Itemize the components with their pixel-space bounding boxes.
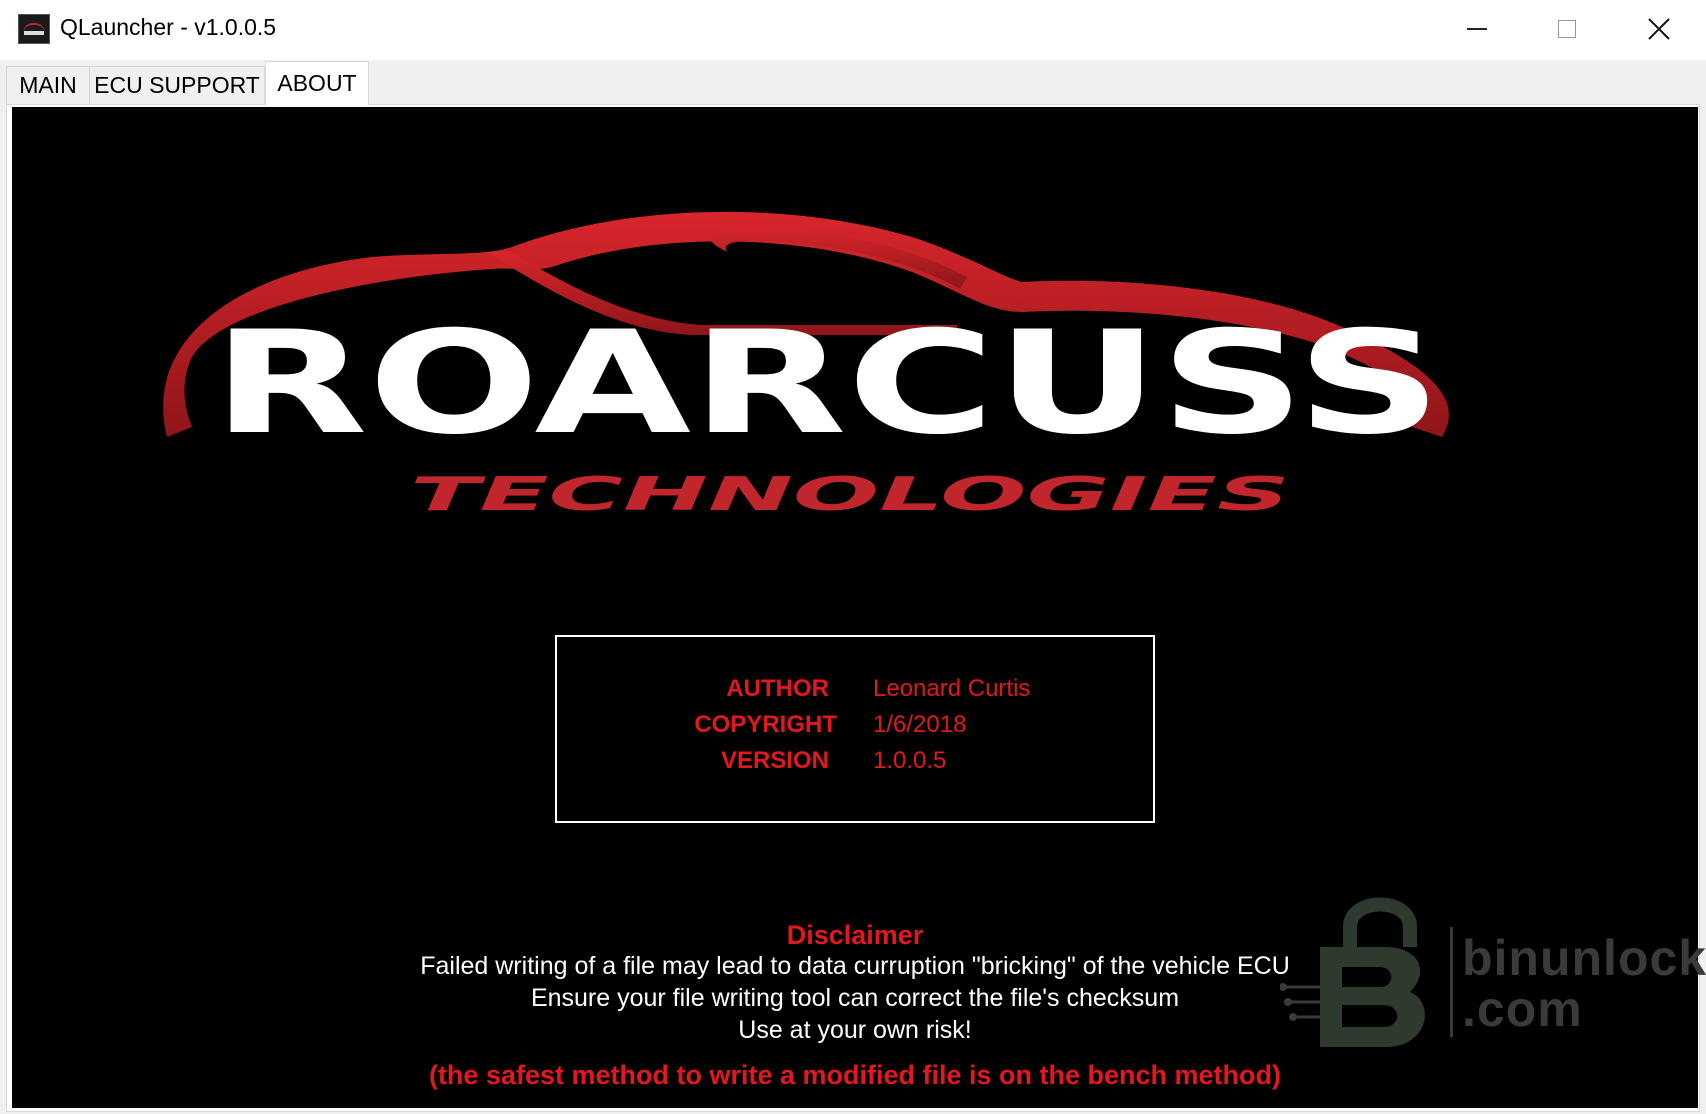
- info-row-author: AUTHOR Leonard Curtis: [557, 675, 1153, 711]
- disclaimer-line-3: Use at your own risk!: [738, 1016, 972, 1044]
- tab-ecu-support-label: ECU SUPPORT: [94, 72, 260, 98]
- maximize-icon: [1558, 20, 1576, 38]
- info-box: AUTHOR Leonard Curtis COPYRIGHT 1/6/2018…: [555, 635, 1155, 823]
- minimize-icon: [1467, 28, 1487, 30]
- tab-ecu-support[interactable]: ECU SUPPORT: [89, 66, 265, 104]
- tab-main[interactable]: MAIN: [6, 66, 90, 104]
- disclaimer-warning: (the safest method to write a modified f…: [428, 1060, 1282, 1090]
- version-value: 1.0.0.5: [873, 747, 947, 774]
- info-row-version: VERSION 1.0.0.5: [557, 747, 1153, 783]
- tab-main-label: MAIN: [19, 72, 77, 98]
- logo-brand-text: ROARCUSS: [212, 301, 1442, 466]
- author-label: AUTHOR: [726, 675, 829, 702]
- tab-about[interactable]: ABOUT: [265, 61, 369, 105]
- copyright-value: 1/6/2018: [873, 711, 967, 738]
- minimize-button[interactable]: [1432, 0, 1522, 58]
- disclaimer-line-1: Failed writing of a file may lead to dat…: [420, 952, 1290, 980]
- title-bar: QLauncher - v1.0.0.5: [0, 0, 1706, 60]
- app-icon: [18, 14, 50, 44]
- disclaimer-line-2: Ensure your file writing tool can correc…: [530, 984, 1180, 1012]
- window-title: QLauncher - v1.0.0.5: [60, 14, 277, 40]
- roarcuss-logo: ROARCUSS TECHNOLOGIES: [163, 211, 1449, 521]
- logo-subtitle-text: TECHNOLOGIES: [410, 467, 1290, 521]
- copyright-label: COPYRIGHT: [694, 711, 837, 738]
- info-row-copyright: COPYRIGHT 1/6/2018: [557, 711, 1153, 747]
- close-button[interactable]: [1614, 0, 1704, 58]
- version-label: VERSION: [720, 747, 829, 774]
- close-icon: [1648, 18, 1670, 40]
- maximize-button[interactable]: [1522, 0, 1612, 58]
- tab-about-label: ABOUT: [277, 70, 357, 96]
- about-panel: ROARCUSS TECHNOLOGIES AUTHOR Leonard Cur…: [12, 107, 1706, 1108]
- author-value: Leonard Curtis: [873, 675, 1031, 702]
- disclaimer-title: Disclaimer: [786, 920, 924, 950]
